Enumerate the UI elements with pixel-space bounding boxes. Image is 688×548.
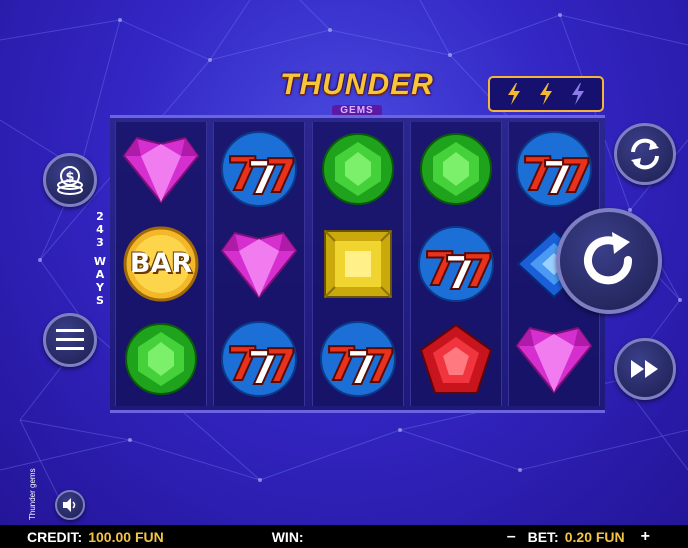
coins-icon: $ <box>57 166 83 195</box>
thunder-bolts-meter <box>488 76 604 112</box>
turbo-button[interactable] <box>614 338 676 400</box>
credit-value: 100.00 FUN <box>88 528 164 545</box>
ways-letter: S <box>96 294 104 307</box>
bet-decrease-button[interactable]: – <box>507 528 516 546</box>
red-pentagon-gem-symbol <box>414 317 498 401</box>
ways-digit: 3 <box>96 236 104 249</box>
triple-seven-symbol: 777 <box>512 127 596 211</box>
speaker-icon <box>63 498 76 512</box>
pink-heart-gem-symbol <box>119 127 203 211</box>
svg-text:7: 7 <box>265 149 297 203</box>
bar-symbol: BAR <box>119 222 203 306</box>
coins-button[interactable]: $ <box>43 153 97 207</box>
reel-area: BAR 777 777 777 777 7 7 7 <box>110 115 605 413</box>
game-name-label: Thunder gems <box>28 468 37 520</box>
bar-text: BAR <box>129 248 193 280</box>
win-label: WIN: <box>271 528 304 545</box>
triple-seven-symbol: 777 <box>217 127 301 211</box>
svg-text:7: 7 <box>560 149 592 203</box>
autoplay-button[interactable] <box>614 123 676 185</box>
reel-4: 777 <box>409 122 502 406</box>
credit-label: CREDIT: <box>27 528 83 545</box>
spin-button[interactable] <box>556 208 662 314</box>
ways-digit: 2 <box>96 210 104 223</box>
reel-3: 777 <box>311 122 404 406</box>
green-round-gem-symbol <box>316 127 400 211</box>
bet-increase-button[interactable]: + <box>641 528 650 546</box>
ways-letter: A <box>95 268 105 281</box>
triple-seven-symbol: 777 <box>414 222 498 306</box>
reel-2: 777 777 <box>213 122 306 406</box>
ways-indicator: 2 4 3 W A Y S <box>92 210 108 307</box>
fast-forward-icon <box>631 360 658 378</box>
ways-letter: W <box>93 255 107 268</box>
triple-seven-symbol: 777 <box>217 317 301 401</box>
bolt-icon <box>540 83 552 105</box>
green-round-gem-symbol <box>119 317 203 401</box>
svg-text:$: $ <box>65 170 74 185</box>
menu-icon <box>56 329 84 350</box>
bottom-status-bar: CREDIT: 100.00 FUN WIN: – BET: 0.20 FUN … <box>0 525 688 548</box>
logo-title: THUNDER <box>280 68 434 101</box>
pink-heart-gem-symbol <box>512 317 596 401</box>
svg-text:7: 7 <box>265 339 297 393</box>
svg-text:7: 7 <box>462 244 494 298</box>
spin-icon <box>584 232 633 285</box>
bolt-icon <box>572 83 584 105</box>
yellow-square-gem-symbol <box>316 222 400 306</box>
triple-seven-symbol: 777 <box>316 317 400 401</box>
bet-value: 0.20 FUN <box>564 528 625 545</box>
menu-button[interactable] <box>43 313 97 367</box>
green-round-gem-symbol <box>414 127 498 211</box>
reel-1: BAR <box>115 122 207 406</box>
svg-text:7: 7 <box>364 339 396 393</box>
bet-label: BET: <box>527 528 559 545</box>
sound-button[interactable] <box>55 490 85 520</box>
ways-letter: Y <box>96 281 104 294</box>
bolt-icon <box>508 83 520 105</box>
autoplay-icon <box>631 138 659 170</box>
game-logo: THUNDER GEMS <box>278 68 436 116</box>
ways-digit: 4 <box>96 223 104 236</box>
pink-heart-gem-symbol <box>217 222 301 306</box>
